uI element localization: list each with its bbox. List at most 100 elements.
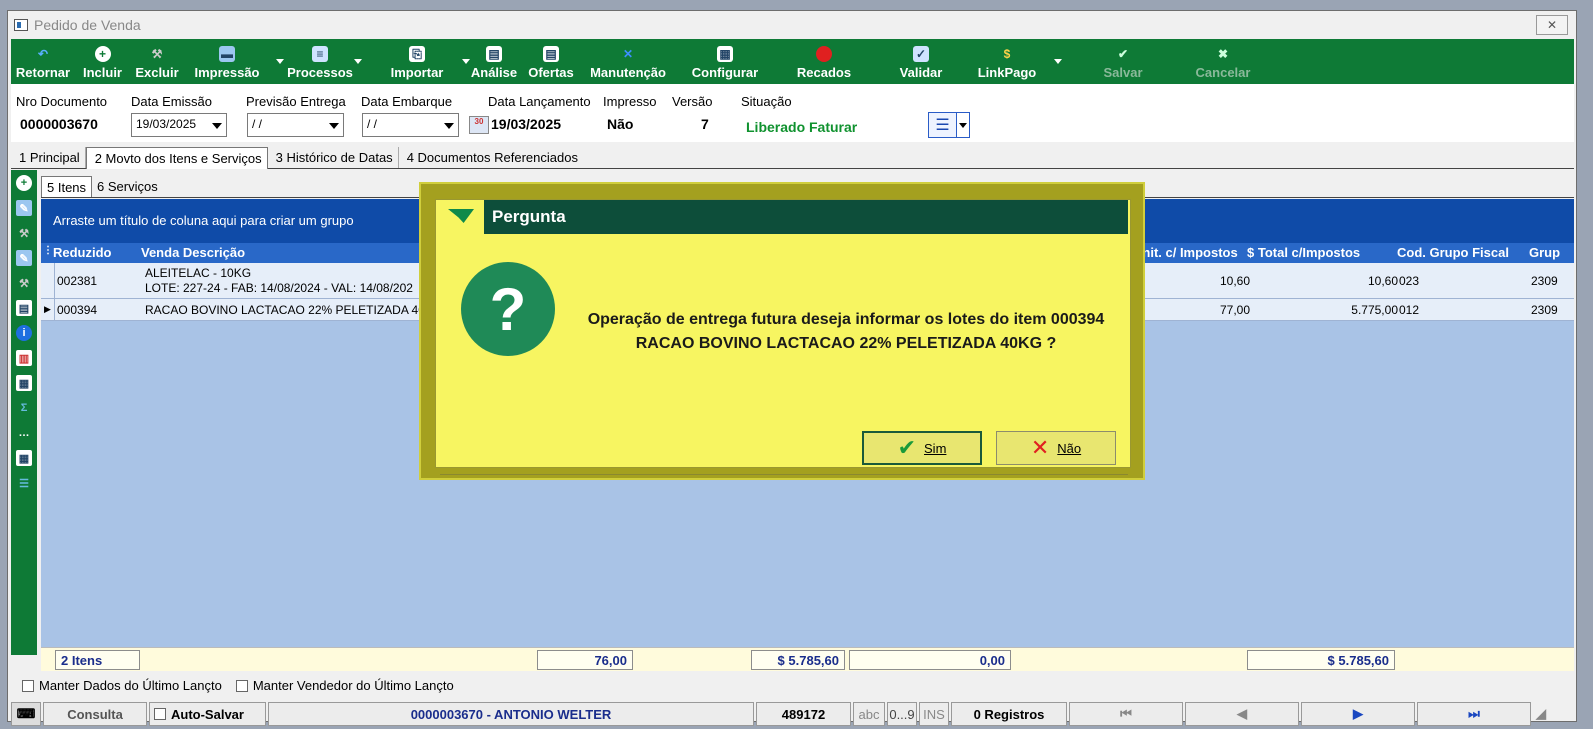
- yes-button[interactable]: ✔ Sim: [862, 431, 982, 465]
- column-chooser-icon[interactable]: ⋮: [43, 245, 53, 256]
- calendar-icon[interactable]: 30: [469, 116, 489, 134]
- impresso-value: Não: [607, 116, 634, 132]
- edit-row-icon[interactable]: ✎: [16, 250, 32, 266]
- importar-button[interactable]: ⎘ Importar: [370, 39, 470, 84]
- impressao-button[interactable]: ▬ Impressão: [184, 39, 284, 84]
- incluir-button[interactable]: + Incluir: [75, 39, 130, 84]
- chevron-down-icon[interactable]: [959, 122, 967, 128]
- keyboard-icon: ⌨: [11, 702, 41, 726]
- table-icon[interactable]: ▦: [16, 450, 32, 466]
- recados-button[interactable]: Recados: [772, 39, 876, 84]
- linkpago-button[interactable]: $ LinkPago: [966, 39, 1062, 84]
- edit-icon[interactable]: ✎: [16, 200, 32, 216]
- plus-icon: +: [94, 46, 111, 62]
- previsao-entrega-label: Previsão Entrega: [246, 94, 346, 109]
- tab-principal[interactable]: 1 Principal: [11, 147, 86, 168]
- tab-itens[interactable]: 5 Itens: [41, 176, 93, 197]
- configurar-button[interactable]: ▦ Configurar: [678, 39, 772, 84]
- col-grupo-fiscal[interactable]: Cod. Grupo Fiscal: [1397, 245, 1509, 260]
- tools-icon[interactable]: ⚒: [16, 225, 32, 241]
- retornar-button[interactable]: ↶ Retornar: [11, 39, 75, 84]
- mode-status: Consulta: [43, 702, 147, 726]
- list-view-button[interactable]: ☰: [928, 112, 970, 138]
- book-icon[interactable]: ▥: [16, 350, 32, 366]
- salvar-button[interactable]: ✔ Salvar: [1068, 39, 1178, 84]
- logo-icon: [440, 200, 484, 234]
- tab-historico-datas[interactable]: 3 Histórico de Datas: [268, 147, 399, 168]
- next-record-icon[interactable]: ▶: [1301, 702, 1415, 726]
- col-total-impostos[interactable]: $ Total c/Impostos: [1247, 245, 1360, 260]
- analysis-icon: ▤: [486, 46, 502, 62]
- auto-salvar-checkbox[interactable]: [154, 708, 166, 720]
- add-icon[interactable]: +: [16, 175, 32, 191]
- app-icon: [14, 19, 28, 31]
- sum-icon[interactable]: Σ: [16, 400, 32, 416]
- versao-label: Versão: [672, 94, 713, 109]
- manter-dados-checkbox[interactable]: [22, 679, 34, 692]
- manutencao-button[interactable]: ✕ Manutenção: [578, 39, 678, 84]
- col-unit-impostos[interactable]: Unit. c/ Impostos: [1133, 245, 1238, 260]
- ofertas-button[interactable]: ▤ Ofertas: [524, 39, 578, 84]
- close-icon: ✕: [1030, 435, 1050, 460]
- tools-icon: ✕: [622, 47, 634, 61]
- cancelar-button[interactable]: ✖ Cancelar: [1178, 39, 1268, 84]
- previsao-entrega-field[interactable]: / /: [247, 113, 344, 137]
- check-icon: ✔: [1117, 47, 1129, 61]
- tab-servicos[interactable]: 6 Serviços: [92, 176, 163, 197]
- resize-grip-icon[interactable]: ◢: [1533, 702, 1549, 726]
- validate-icon: ✓: [913, 46, 929, 62]
- options-row: Manter Dados do Último Lançto Manter Ven…: [22, 678, 454, 693]
- prev-record-icon[interactable]: ◀: [1185, 702, 1299, 726]
- first-record-icon[interactable]: ⏮: [1069, 702, 1183, 726]
- cell-lote: LOTE: 227-24 - FAB: 14/08/2024 - VAL: 14…: [145, 281, 413, 295]
- info-icon[interactable]: i: [16, 325, 32, 341]
- cell-unit: 77,00: [1219, 303, 1250, 317]
- validar-button[interactable]: ✓ Validar: [876, 39, 966, 84]
- manter-vendedor-label: Manter Vendedor do Último Lançto: [252, 678, 454, 693]
- dialog-message: Operação de entrega futura deseja inform…: [587, 311, 1105, 352]
- tab-documentos-referenciados[interactable]: 4 Documentos Referenciados: [399, 147, 583, 168]
- window-title: Pedido de Venda: [34, 17, 141, 33]
- excluir-button[interactable]: ⚒ Excluir: [130, 39, 184, 84]
- list-icon[interactable]: ☰: [16, 475, 32, 491]
- status-bar: ⌨ Consulta Auto-Salvar 0000003670 - ANTO…: [11, 701, 1574, 727]
- analise-button[interactable]: ▤ Análise: [464, 39, 524, 84]
- chevron-down-icon[interactable]: [329, 123, 339, 129]
- footer-itens: 2 Itens: [55, 650, 140, 670]
- document-icon[interactable]: ▤: [16, 300, 32, 316]
- separator-icon: …: [18, 427, 30, 439]
- manter-vendedor-checkbox[interactable]: [235, 679, 248, 692]
- data-emissao-label: Data Emissão: [131, 94, 212, 109]
- chevron-down-icon[interactable]: [354, 59, 362, 64]
- num-indicator: 0...9: [887, 702, 917, 726]
- cell-grupo-fiscal: 012: [1399, 303, 1420, 317]
- delete-icon[interactable]: ⚒: [16, 275, 32, 291]
- close-icon[interactable]: ✕: [1536, 15, 1568, 35]
- document-icon: ≡: [312, 46, 328, 62]
- last-record-icon[interactable]: ⏭: [1417, 702, 1531, 726]
- situacao-value: Liberado Faturar: [746, 119, 858, 135]
- chevron-down-icon[interactable]: [444, 123, 454, 129]
- registros-status: 0 Registros: [951, 702, 1067, 726]
- data-embarque-field[interactable]: / /: [362, 113, 459, 137]
- question-icon: ?: [461, 262, 555, 356]
- chevron-down-icon[interactable]: [212, 123, 222, 129]
- col-reduzido[interactable]: Reduzido: [53, 245, 112, 260]
- col-grup[interactable]: Grup: [1529, 245, 1560, 260]
- title-bar: Pedido de Venda ✕: [8, 11, 1576, 39]
- cell-grupo-fiscal: 023: [1399, 274, 1420, 288]
- tab-movto-itens[interactable]: 2 Movto dos Itens e Serviços: [85, 147, 268, 169]
- grid-icon[interactable]: ▦: [16, 375, 32, 391]
- check-icon: ✔: [897, 435, 917, 460]
- data-lancamento-value: 19/03/2025: [491, 116, 562, 132]
- auto-salvar-toggle[interactable]: Auto-Salvar: [149, 702, 266, 726]
- import-icon: ⎘: [409, 46, 425, 62]
- cell-unit: 10,60: [1219, 274, 1250, 288]
- chevron-down-icon[interactable]: [1054, 59, 1062, 64]
- data-emissao-field[interactable]: 19/03/2025: [131, 113, 227, 137]
- col-descricao[interactable]: Venda Descrição: [141, 245, 245, 260]
- no-button[interactable]: ✕ Não: [996, 431, 1116, 465]
- main-tabs: 1 Principal 2 Movto dos Itens e Serviços…: [11, 147, 1574, 169]
- row-pointer-icon: ▶: [41, 299, 55, 320]
- processos-button[interactable]: ≡ Processos: [270, 39, 370, 84]
